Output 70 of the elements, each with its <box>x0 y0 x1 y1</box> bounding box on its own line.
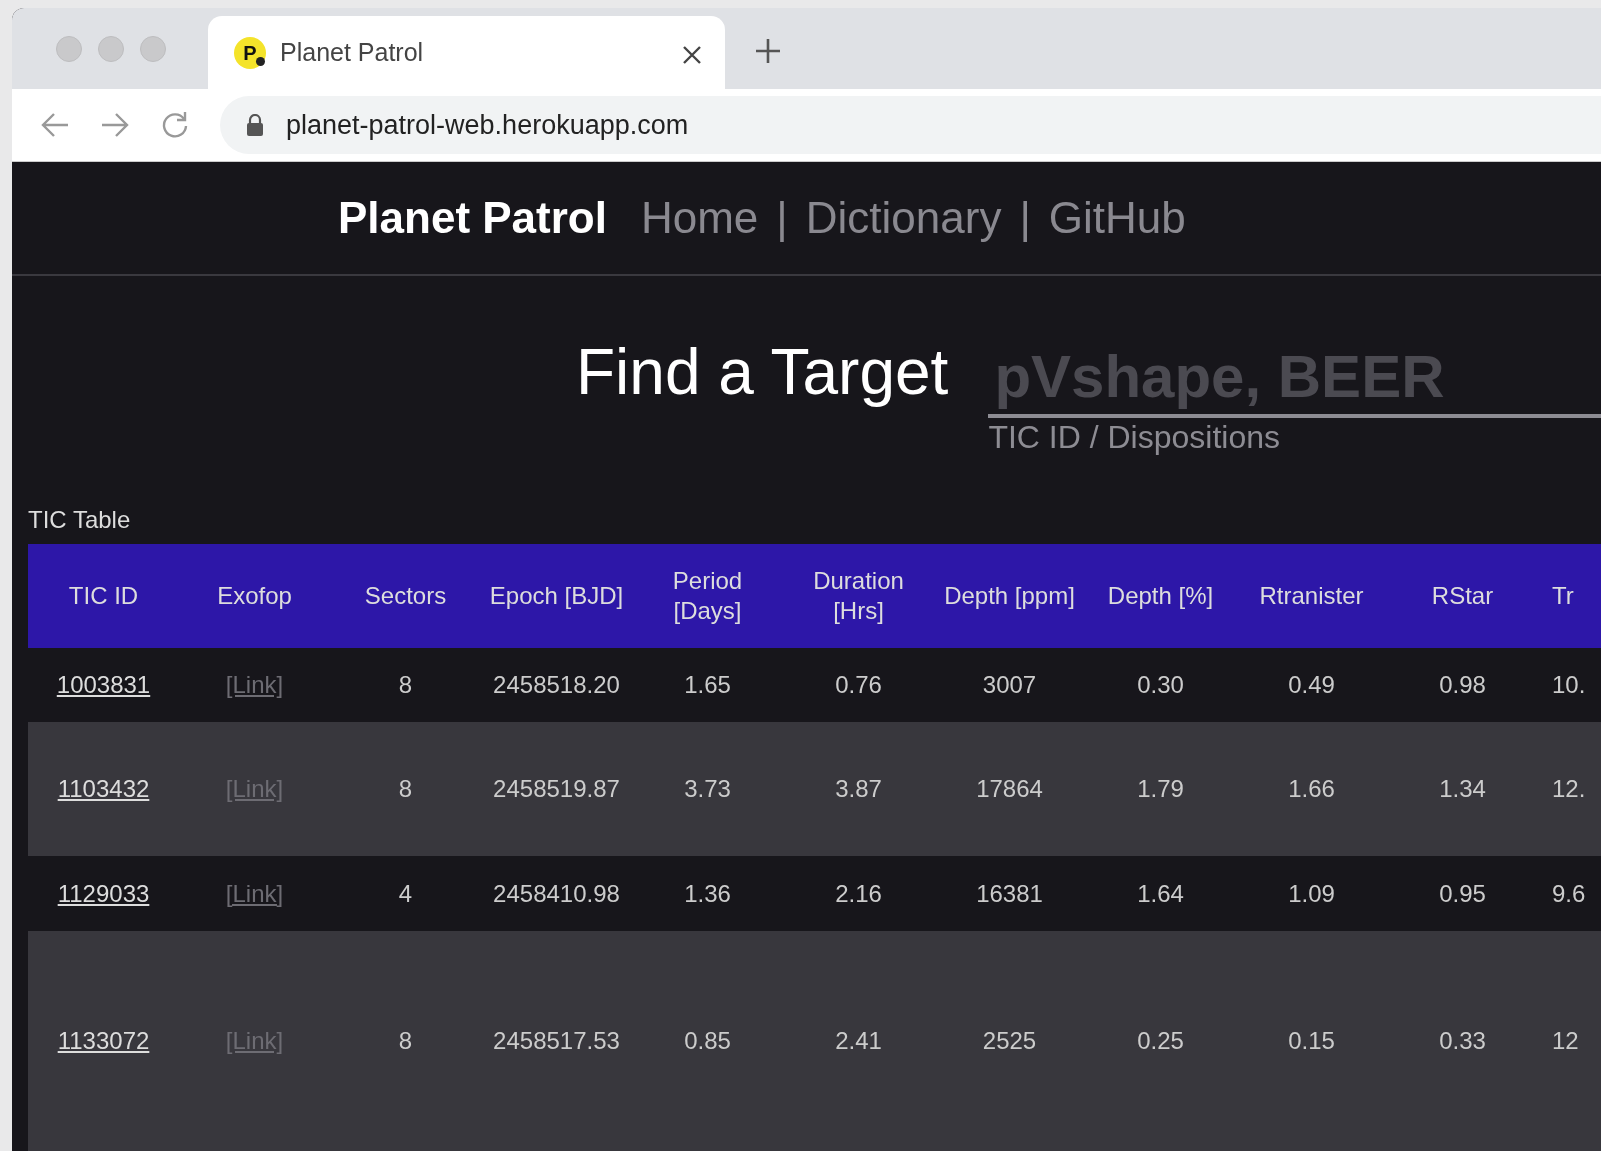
table-cell: 2458410.98 <box>481 856 632 931</box>
column-header[interactable]: Tr <box>1538 544 1601 648</box>
table-cell: 10. <box>1538 648 1601 722</box>
table-cell: 1.66 <box>1236 722 1387 856</box>
plus-icon <box>755 38 781 65</box>
table-cell: 3.73 <box>632 722 783 856</box>
table-cell: 1.34 <box>1387 722 1538 856</box>
nav-link[interactable]: Home <box>640 185 759 251</box>
field-helper-text: TIC ID / Dispositions <box>988 418 1281 457</box>
browser-tab[interactable]: P Planet Patrol <box>208 16 725 90</box>
column-header[interactable]: Duration [Hrs] <box>783 544 934 648</box>
column-header[interactable]: Depth [ppm] <box>934 544 1085 648</box>
favicon: P <box>234 36 266 69</box>
table-cell: 2525 <box>934 931 1085 1151</box>
table-cell: 0.98 <box>1387 648 1538 722</box>
table-cell: 2458519.87 <box>481 722 632 856</box>
table-cell: 4 <box>330 856 481 931</box>
table-cell: 2458517.53 <box>481 931 632 1151</box>
table-cell: 12 <box>1538 931 1601 1151</box>
table-cell: 1.65 <box>632 648 783 722</box>
table-cell: 1.79 <box>1085 722 1236 856</box>
column-header[interactable]: Sectors <box>330 544 481 648</box>
table-cell: 3.87 <box>783 722 934 856</box>
url-text: planet-patrol-web.herokuapp.com <box>286 108 689 142</box>
nav-separator: | <box>1019 192 1031 244</box>
table-cell: 2458518.20 <box>481 648 632 722</box>
reload-icon <box>160 109 190 140</box>
column-header[interactable]: Rtranister <box>1236 544 1387 648</box>
table-cell: 0.25 <box>1085 931 1236 1151</box>
table-cell: 0.33 <box>1387 931 1538 1151</box>
column-header[interactable]: RStar <box>1387 544 1538 648</box>
table-caption: TIC Table <box>27 505 132 535</box>
table-cell: 0.49 <box>1236 648 1387 722</box>
reload-button[interactable] <box>160 109 190 140</box>
tab-title: Planet Patrol <box>280 36 425 68</box>
tic-id-link[interactable]: 1133072 <box>57 1027 150 1054</box>
column-header[interactable]: TIC ID <box>28 544 179 648</box>
table-cell: 2.41 <box>783 931 934 1151</box>
column-header[interactable]: Epoch [BJD] <box>481 544 632 648</box>
table-cell: 0.85 <box>632 931 783 1151</box>
lock-icon <box>246 113 264 136</box>
column-header[interactable]: Period [Days] <box>632 544 783 648</box>
table-cell: 0.30 <box>1085 648 1236 722</box>
table-cell: 12. <box>1538 722 1601 856</box>
table-cell: 2.16 <box>783 856 934 931</box>
brand-link[interactable]: Planet Patrol <box>338 185 607 251</box>
column-header[interactable]: Depth [%] <box>1085 544 1236 648</box>
column-header[interactable]: Exofop <box>179 544 330 648</box>
close-icon <box>681 43 703 66</box>
table-cell: 8 <box>330 722 481 856</box>
table-cell: 8 <box>330 931 481 1151</box>
table-cell: 1.36 <box>632 856 783 931</box>
table-cell: 0.76 <box>783 648 934 722</box>
table-cell: 1.64 <box>1085 856 1236 931</box>
table-cell: 3007 <box>934 648 1085 722</box>
nav-link[interactable]: Dictionary <box>805 185 1002 251</box>
nav-link[interactable]: GitHub <box>1048 185 1186 251</box>
tic-id-link[interactable]: 1003831 <box>56 671 151 698</box>
page-title: Find a Target <box>576 335 949 411</box>
nav-separator: | <box>776 192 788 244</box>
table-cell: 17864 <box>934 722 1085 856</box>
tic-id-link[interactable]: 1129033 <box>57 879 150 907</box>
table-cell: 1.09 <box>1236 856 1387 931</box>
table-cell: 0.15 <box>1236 931 1387 1151</box>
address-bar[interactable]: planet-patrol-web.herokuapp.com <box>220 95 1601 154</box>
table-cell: 0.95 <box>1387 856 1538 931</box>
table-cell: 9.6 <box>1538 856 1601 931</box>
table-cell: 8 <box>330 648 481 722</box>
table-cell: 16381 <box>934 856 1085 931</box>
tic-id-link[interactable]: 1103432 <box>57 775 150 802</box>
